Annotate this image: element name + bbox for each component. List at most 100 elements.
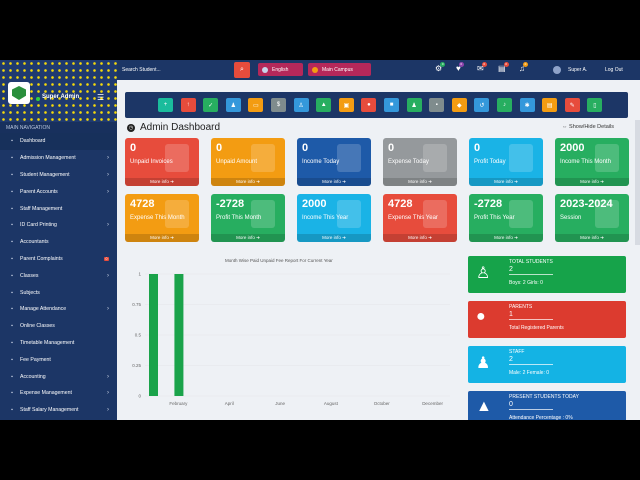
users-button[interactable]: ♟: [225, 98, 241, 112]
logout-link[interactable]: Log Out: [605, 67, 623, 73]
more-info-link[interactable]: More info ➜: [383, 178, 457, 186]
more-info-link[interactable]: More info ➜: [469, 234, 543, 242]
history-button[interactable]: ↺: [474, 98, 490, 112]
sidebar-item[interactable]: ▪ Subjects: [0, 284, 117, 301]
more-info-label: More info: [236, 179, 255, 184]
check-button[interactable]: ✓: [203, 98, 219, 112]
card-value: 0: [474, 142, 481, 154]
edit-button[interactable]: ✎: [564, 98, 580, 112]
more-info-link[interactable]: More info ➜: [555, 234, 629, 242]
hamburger-menu-icon[interactable]: ☰: [97, 93, 104, 102]
more-info-link[interactable]: More info ➜: [297, 234, 371, 242]
panel-title: TOTAL STUDENTS: [509, 259, 553, 265]
card-label: Session: [560, 215, 582, 221]
arrow-circle-right-icon: ➜: [254, 179, 260, 184]
thumbs-up-button[interactable]: ▲: [316, 98, 332, 112]
sidebar-item[interactable]: ▪ Dashboard: [0, 133, 117, 150]
arrow-circle-right-icon: ➜: [168, 179, 174, 184]
more-info-label: More info: [408, 179, 427, 184]
bell-icon[interactable]: ♫ 0: [519, 62, 528, 73]
brand-header: Super Admin ☰: [0, 60, 117, 122]
avatar[interactable]: [553, 66, 561, 74]
panel-subtext: Total Registered Parents: [509, 325, 564, 331]
y-tick-label: 0.5: [135, 333, 142, 338]
gear-icon[interactable]: ⚙ 0: [435, 62, 446, 73]
mail-icon[interactable]: ✉ 0: [477, 62, 487, 73]
sidebar-item[interactable]: ▪ Online Classes: [0, 318, 117, 335]
clipboard-icon[interactable]: ▤ 0: [498, 62, 509, 73]
panel-number: 1: [509, 311, 513, 318]
sidebar-item-label: Accounting: [20, 373, 46, 380]
more-info-link[interactable]: More info ➜: [383, 234, 457, 242]
more-info-link[interactable]: More info ➜: [211, 234, 285, 242]
user-name[interactable]: Super A.: [568, 67, 587, 73]
search-button[interactable]: ⌕: [234, 62, 250, 78]
comment-button[interactable]: ◆: [451, 98, 467, 112]
sidebar-item[interactable]: ▪ Accountants: [0, 234, 117, 251]
chat-button[interactable]: ▪: [429, 98, 445, 112]
sidebar-item-label: Admission Management: [20, 155, 76, 162]
card-value: -2728: [474, 198, 503, 210]
arrow-circle-right-icon: ➜: [254, 235, 260, 240]
stat-card: 2023-2024 Session More info ➜: [555, 194, 629, 242]
home-icon: ▪: [11, 138, 13, 145]
sidebar-item[interactable]: ▪ Fee Payment: [0, 351, 117, 368]
chevron-right-icon: ›: [107, 373, 109, 380]
settings-button[interactable]: ✱: [519, 98, 535, 112]
briefcase-button[interactable]: ▣: [338, 98, 354, 112]
online-status-dot: [36, 97, 40, 101]
arrow-circle-right-icon: ➜: [512, 235, 518, 240]
sidebar-item[interactable]: ▪ Manage Attendance ›: [0, 301, 117, 318]
sidebar-item[interactable]: ▪ Staff Salary Management ›: [0, 402, 117, 419]
more-info-link[interactable]: More info ➜: [555, 178, 629, 186]
settings-icon: ✱: [524, 102, 530, 109]
stat-card: 0 Income Today More info ➜: [297, 138, 371, 186]
sidebar-item[interactable]: ▪ Student Management ›: [0, 167, 117, 184]
gift-button[interactable]: ■: [384, 98, 399, 112]
arrow-circle-right-icon: ➜: [340, 235, 346, 240]
card-background-icon: [337, 144, 361, 172]
search-input[interactable]: [122, 63, 250, 77]
sidebar-item-label: Online Classes: [20, 323, 55, 330]
show-hide-details-toggle[interactable]: ⇔ Show/Hide Details: [562, 124, 614, 130]
more-info-link[interactable]: More info ➜: [125, 178, 199, 186]
more-info-link[interactable]: More info ➜: [297, 178, 371, 186]
sidebar-item[interactable]: ▪ Timetable Management: [0, 335, 117, 352]
card-button[interactable]: ▭: [248, 98, 264, 112]
document-button[interactable]: ▯: [587, 98, 603, 112]
notification-badge: 0: [523, 62, 528, 67]
sidebar-item[interactable]: ▪ Expense Management ›: [0, 385, 117, 402]
chat-icon: ▪: [435, 102, 438, 108]
card-label: Expense This Year: [388, 215, 438, 221]
palette-button[interactable]: ●: [361, 98, 377, 112]
card-label: Profit This Month: [216, 215, 262, 221]
dollar-button[interactable]: $: [271, 98, 286, 112]
sidebar-item-label: Dashboard: [20, 138, 46, 145]
print-button[interactable]: ▤: [542, 98, 558, 112]
more-info-link[interactable]: More info ➜: [211, 178, 285, 186]
sidebar-item[interactable]: ▪ ID Card Printing ›: [0, 217, 117, 234]
arrow-circle-right-icon: ➜: [340, 179, 346, 184]
staff-icon: ♟: [476, 355, 491, 372]
campus-selector[interactable]: Main Campus: [308, 63, 371, 76]
sidebar-item[interactable]: ▪ Admission Management ›: [0, 150, 117, 167]
language-selector[interactable]: English: [258, 63, 303, 76]
heart-icon[interactable]: ♥ 0: [456, 62, 464, 73]
sidebar-item[interactable]: ▪ Classes ›: [0, 267, 117, 284]
upload-button[interactable]: ↑: [180, 98, 196, 112]
more-info-link[interactable]: More info ➜: [469, 178, 543, 186]
bell-button[interactable]: ♪: [497, 98, 512, 112]
add-button[interactable]: +: [158, 98, 173, 112]
nav-list: ▪ Dashboard ▪ Admission Management › ▪ Student…: [0, 133, 117, 419]
scrollbar[interactable]: [635, 120, 640, 245]
dollar-icon: $: [276, 102, 281, 108]
card-icon: ▪: [11, 222, 13, 229]
team-button[interactable]: ♟: [406, 98, 422, 112]
upload-icon: ↑: [186, 102, 190, 108]
user-button[interactable]: ♙: [293, 98, 309, 112]
sidebar-item[interactable]: ▪ Parent Complaints 0: [0, 251, 117, 268]
more-info-link[interactable]: More info ➜: [125, 234, 199, 242]
sidebar-item[interactable]: ▪ Parent Accounts ›: [0, 183, 117, 200]
sidebar-item[interactable]: ▪ Staff Management: [0, 200, 117, 217]
sidebar-item[interactable]: ▪ Accounting ›: [0, 368, 117, 385]
